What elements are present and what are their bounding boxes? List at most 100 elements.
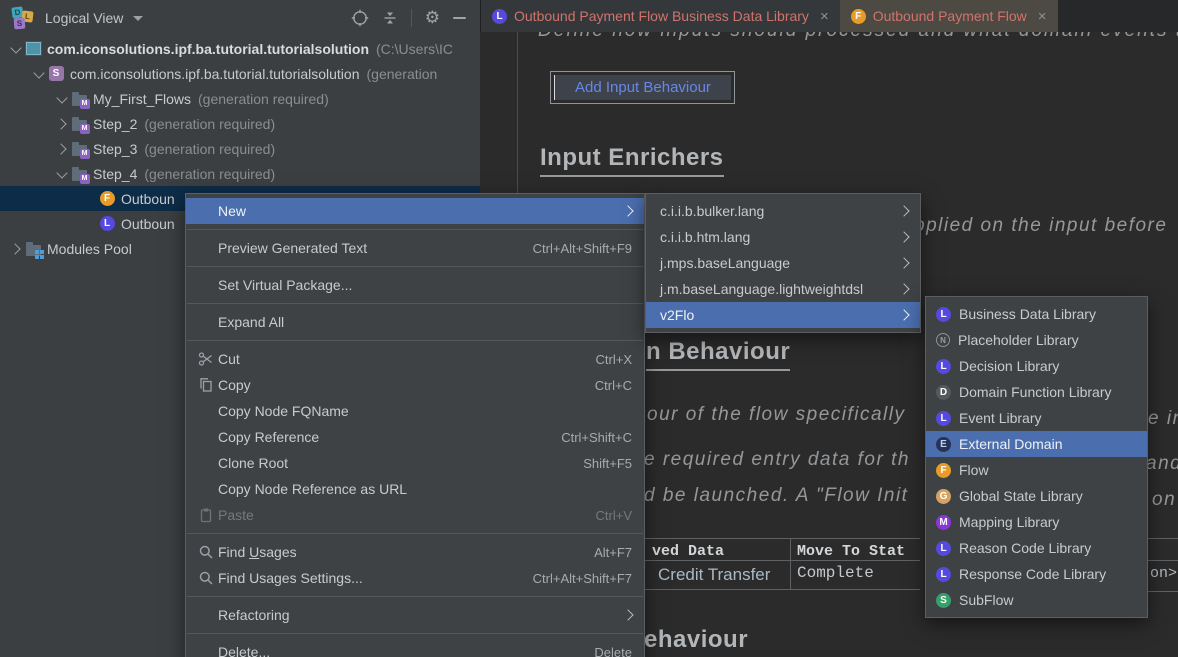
add-input-behaviour-button[interactable]: Add Input Behaviour [550,71,735,104]
expand-chevron-icon[interactable] [54,141,70,157]
table-cell-fragment: on> [1150,565,1177,582]
menu-item-set-virtual-package[interactable]: Set Virtual Package... [186,272,644,298]
submenu-item-decision-library[interactable]: L Decision Library [926,353,1147,379]
submenu-item-placeholder-library[interactable]: N Placeholder Library [926,327,1147,353]
comment-fragment: e required entry data for th [644,449,910,471]
locate-target-icon[interactable] [351,9,369,27]
context-menu: New Preview Generated Text Ctrl+Alt+Shif… [185,193,645,657]
submenu-item-reason-code-library[interactable]: L Reason Code Library [926,535,1147,561]
menu-item-copy-node-reference-as-url[interactable]: Copy Node Reference as URL [186,476,644,502]
menu-separator [187,266,643,267]
menu-item-paste[interactable]: Paste Ctrl+V [186,502,644,528]
submenu-arrow-icon [898,309,909,320]
submenu-item-bulker-lang[interactable]: c.i.i.b.bulker.lang [646,198,920,224]
library-icon: L [936,567,951,582]
library-icon: L [492,9,507,24]
menu-separator [187,633,643,634]
mps-logo-icon: DLS [12,6,36,30]
submenu-item-baselanguage[interactable]: j.mps.baseLanguage [646,250,920,276]
behaviour-heading: n Behaviour [646,338,790,371]
input-enrichers-heading: Input Enrichers [540,144,724,177]
submenu-arrow-icon [898,283,909,294]
expand-chevron-icon[interactable] [31,66,47,82]
submenu-item-htm-lang[interactable]: c.i.i.b.htm.lang [646,224,920,250]
submenu-item-subflow[interactable]: S SubFlow [926,587,1147,613]
menu-item-clone-root[interactable]: Clone Root Shift+F5 [186,450,644,476]
menu-item-expand-all[interactable]: Expand All [186,309,644,335]
tab-outbound-payment-flow-business-data-library[interactable]: L Outbound Payment Flow Business Data Li… [481,0,840,32]
library-icon: L [936,411,951,426]
submenu-item-mapping-library[interactable]: M Mapping Library [926,509,1147,535]
submenu-item-lightweightdsl[interactable]: j.m.baseLanguage.lightweightdsl [646,276,920,302]
comment-fragment: pplied on the input before [914,215,1167,237]
menu-item-find-usages-settings[interactable]: Find Usages Settings... Ctrl+Alt+Shift+F… [186,565,644,591]
menu-item-copy[interactable]: Copy Ctrl+C [186,372,644,398]
comment-fragment: d be launched. A "Flow Init [644,485,908,507]
submenu-item-domain-function-library[interactable]: D Domain Function Library [926,379,1147,405]
scissors-icon [194,351,218,367]
submenu-item-global-state-library[interactable]: G Global State Library [926,483,1147,509]
submenu-item-v2flo[interactable]: v2Flo [646,302,920,328]
table-cell[interactable]: Credit Transfer [658,565,770,585]
solution-icon [24,40,42,58]
submenu-arrow-icon [898,205,909,216]
menu-item-refactoring[interactable]: Refactoring [186,602,644,628]
domain-function-icon: D [936,385,951,400]
submenu-arrow-icon [622,609,633,620]
menu-item-copy-node-fqname[interactable]: Copy Node FQName [186,398,644,424]
tab-outbound-payment-flow[interactable]: F Outbound Payment Flow × [840,0,1058,32]
comment-fragment: e in [1148,408,1178,430]
menu-item-preview-generated-text[interactable]: Preview Generated Text Ctrl+Alt+Shift+F9 [186,235,644,261]
chevron-down-icon[interactable] [133,16,143,21]
project-panel-header: DLS Logical View ⚙ [0,0,480,36]
menu-separator [187,596,643,597]
magnifier-icon [194,570,218,586]
toolbar-divider [411,9,412,27]
table-border [644,589,920,590]
close-icon[interactable]: × [820,9,829,24]
submenu-arrow-icon [898,257,909,268]
submenu-item-external-domain[interactable]: E External Domain [926,431,1147,457]
hide-panel-icon[interactable] [453,17,466,19]
submenu-item-business-data-library[interactable]: L Business Data Library [926,301,1147,327]
close-icon[interactable]: × [1038,9,1047,24]
expand-chevron-icon[interactable] [54,116,70,132]
menu-item-cut[interactable]: Cut Ctrl+X [186,346,644,372]
view-selector[interactable]: Logical View [45,10,123,26]
table-border [1148,560,1178,561]
magnifier-icon [194,544,218,560]
submenu-arrow-icon [898,231,909,242]
tree-item-step4[interactable]: M Step_4 (generation required) [0,161,480,186]
submenu-item-flow[interactable]: F Flow [926,457,1147,483]
global-state-icon: G [936,489,951,504]
tree-item-my-first-flows[interactable]: M My_First_Flows (generation required) [0,86,480,111]
tree-item-step2[interactable]: M Step_2 (generation required) [0,111,480,136]
model-folder-icon: M [70,90,88,108]
settings-gear-icon[interactable]: ⚙ [425,10,440,27]
tree-item-module[interactable]: S com.iconsolutions.ipf.ba.tutorial.tuto… [0,61,480,86]
expand-chevron-icon[interactable] [8,241,24,257]
menu-item-copy-reference[interactable]: Copy Reference Ctrl+Shift+C [186,424,644,450]
subflow-icon: S [936,593,951,608]
menu-item-new[interactable]: New [186,198,644,224]
table-cell[interactable]: Complete [797,564,874,582]
expand-chevron-icon[interactable] [54,166,70,182]
bottom-behaviour-heading: ehaviour [644,626,748,657]
menu-item-delete[interactable]: Delete... Delete [186,639,644,657]
tree-item-solution[interactable]: com.iconsolutions.ipf.ba.tutorial.tutori… [0,36,480,61]
collapse-all-icon[interactable] [382,10,398,26]
submenu-item-response-code-library[interactable]: L Response Code Library [926,561,1147,587]
expand-chevron-icon[interactable] [8,41,24,57]
menu-item-find-usages[interactable]: Find Usages Alt+F7 [186,539,644,565]
table-header-cell: ved Data [652,543,724,560]
tree-item-step3[interactable]: M Step_3 (generation required) [0,136,480,161]
comment-fragment: our of the flow specifically [647,404,906,426]
ide-window: DLS Logical View ⚙ com.iconsolutions.ipf… [0,0,1178,657]
submenu-item-event-library[interactable]: L Event Library [926,405,1147,431]
table-border [790,538,791,590]
placeholder-icon: N [936,333,950,347]
model-folder-icon: M [70,115,88,133]
table-border [644,560,920,561]
expand-chevron-icon[interactable] [54,91,70,107]
copy-icon [194,377,218,393]
